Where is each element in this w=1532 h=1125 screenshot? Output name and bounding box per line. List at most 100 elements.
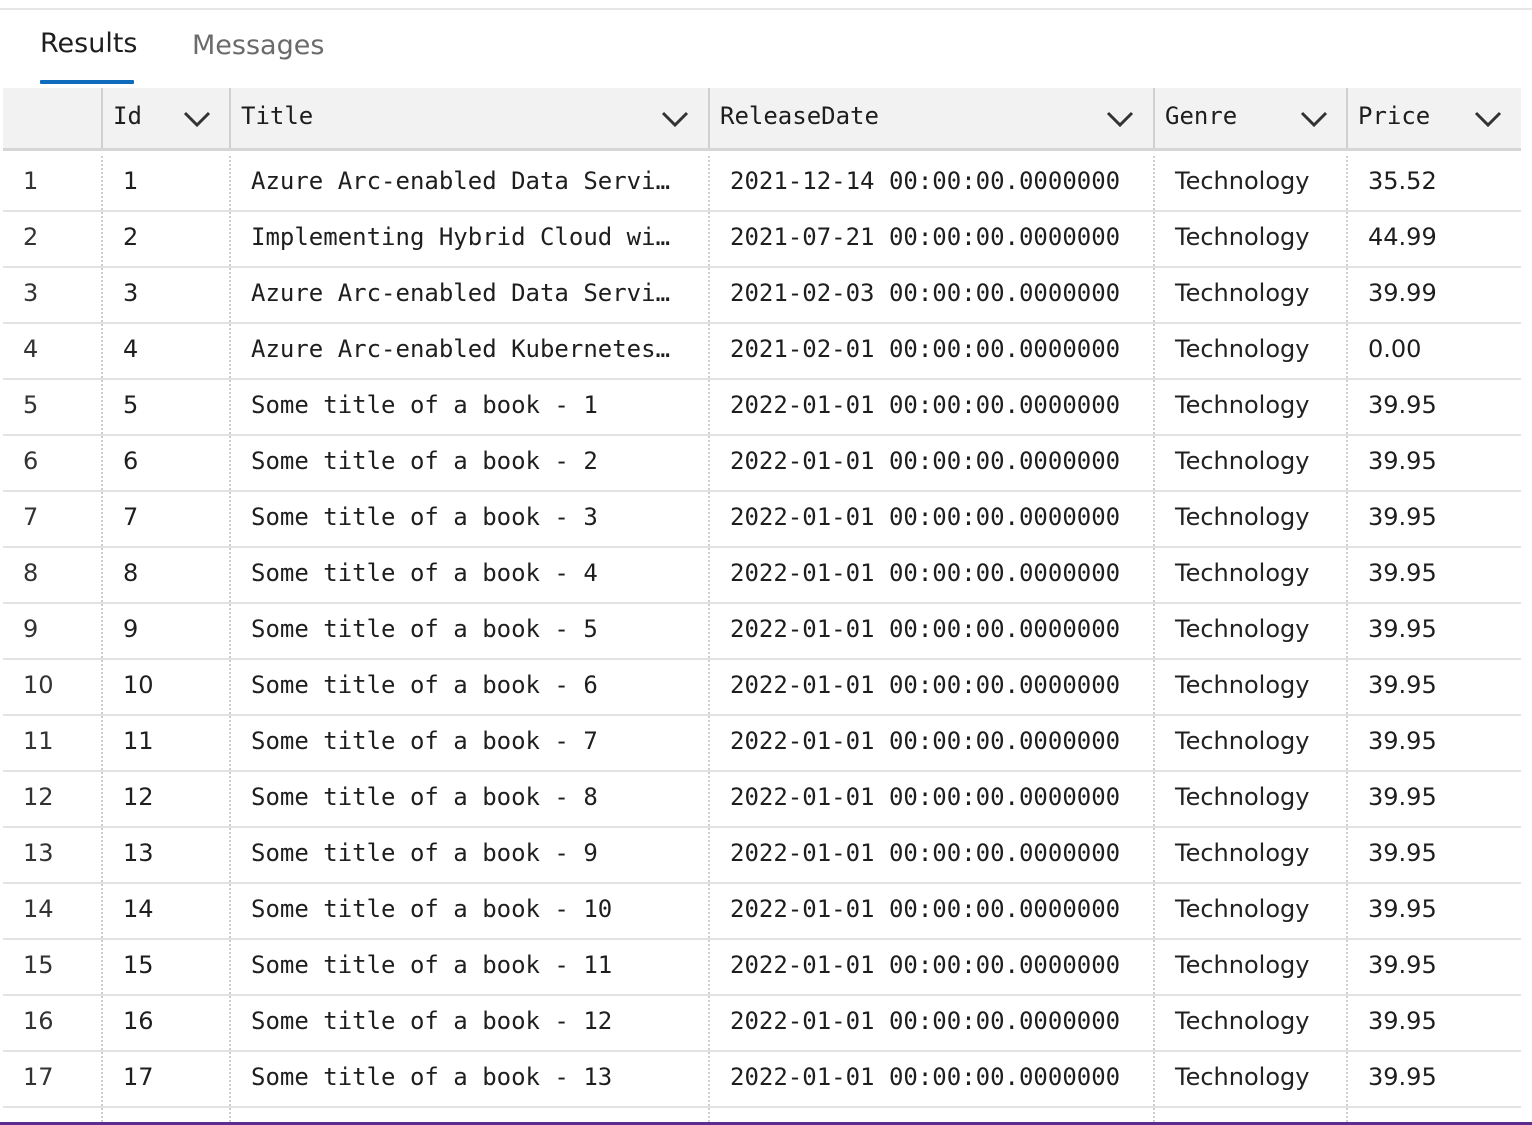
genre-cell[interactable]: Technology bbox=[1153, 716, 1346, 770]
row-number-cell[interactable]: 8 bbox=[3, 548, 101, 602]
genre-cell[interactable]: Technology bbox=[1153, 380, 1346, 434]
row-number-cell[interactable]: 7 bbox=[3, 492, 101, 546]
chevron-down-icon[interactable] bbox=[1300, 110, 1328, 128]
header-genre[interactable]: Genre bbox=[1153, 88, 1346, 148]
genre-cell[interactable]: Technology bbox=[1153, 884, 1346, 938]
id-cell[interactable]: 17 bbox=[101, 1052, 229, 1106]
chevron-down-icon[interactable] bbox=[1106, 110, 1134, 128]
row-number-cell[interactable]: 2 bbox=[3, 212, 101, 266]
title-cell[interactable]: Some title of a book - 8 bbox=[229, 772, 708, 826]
releasedate-cell[interactable]: 2022-01-01 00:00:00.0000000 bbox=[708, 996, 1153, 1050]
releasedate-cell[interactable]: 2021-02-03 00:00:00.0000000 bbox=[708, 268, 1153, 322]
row-number-cell[interactable]: 16 bbox=[3, 996, 101, 1050]
id-cell[interactable]: 16 bbox=[101, 996, 229, 1050]
genre-cell[interactable]: Technology bbox=[1153, 156, 1346, 210]
genre-cell[interactable]: Technology bbox=[1153, 492, 1346, 546]
id-cell[interactable]: 10 bbox=[101, 660, 229, 714]
price-cell[interactable]: 39.95 bbox=[1346, 940, 1521, 994]
price-cell[interactable]: 39.95 bbox=[1346, 772, 1521, 826]
genre-cell[interactable]: Technology bbox=[1153, 1052, 1346, 1106]
releasedate-cell[interactable]: 2022-01-01 00:00:00.0000000 bbox=[708, 772, 1153, 826]
title-cell[interactable]: Some title of a book - 1 bbox=[229, 380, 708, 434]
genre-cell[interactable]: Technology bbox=[1153, 436, 1346, 490]
title-cell[interactable]: Some title of a book - 11 bbox=[229, 940, 708, 994]
releasedate-cell[interactable]: 2021-02-01 00:00:00.0000000 bbox=[708, 324, 1153, 378]
id-cell[interactable]: 7 bbox=[101, 492, 229, 546]
id-cell[interactable]: 9 bbox=[101, 604, 229, 658]
table-row[interactable]: 16 16 Some title of a book - 12 2022-01-01 … bbox=[3, 996, 1521, 1052]
row-number-cell[interactable]: 5 bbox=[3, 380, 101, 434]
title-cell[interactable]: Azure Arc-enabled Kubernetes… bbox=[229, 324, 708, 378]
row-number-cell[interactable]: 14 bbox=[3, 884, 101, 938]
row-number-cell[interactable]: 11 bbox=[3, 716, 101, 770]
releasedate-cell[interactable]: 2022-01-01 00:00:00.0000000 bbox=[708, 380, 1153, 434]
genre-cell[interactable]: Technology bbox=[1153, 660, 1346, 714]
genre-cell[interactable]: Technology bbox=[1153, 828, 1346, 882]
header-rownum[interactable] bbox=[3, 88, 101, 148]
row-number-cell[interactable]: 15 bbox=[3, 940, 101, 994]
header-price[interactable]: Price bbox=[1346, 88, 1521, 148]
title-cell[interactable]: Azure Arc-enabled Data Servi… bbox=[229, 156, 708, 210]
price-cell[interactable]: 39.95 bbox=[1346, 660, 1521, 714]
id-cell[interactable]: 8 bbox=[101, 548, 229, 602]
genre-cell[interactable]: Technology bbox=[1153, 604, 1346, 658]
title-cell[interactable]: Some title of a book - 2 bbox=[229, 436, 708, 490]
genre-cell[interactable]: Technology bbox=[1153, 268, 1346, 322]
releasedate-cell[interactable]: 2022-01-01 00:00:00.0000000 bbox=[708, 828, 1153, 882]
price-cell[interactable]: 39.95 bbox=[1346, 828, 1521, 882]
table-row[interactable]: 11 11 Some title of a book - 7 2022-01-01 0… bbox=[3, 716, 1521, 772]
id-cell[interactable]: 3 bbox=[101, 268, 229, 322]
id-cell[interactable]: 13 bbox=[101, 828, 229, 882]
chevron-down-icon[interactable] bbox=[661, 110, 689, 128]
header-title[interactable]: Title bbox=[229, 88, 708, 148]
row-number-cell[interactable]: 4 bbox=[3, 324, 101, 378]
table-row[interactable]: 14 14 Some title of a book - 10 2022-01-01 … bbox=[3, 884, 1521, 940]
releasedate-cell[interactable]: 2022-01-01 00:00:00.0000000 bbox=[708, 604, 1153, 658]
title-cell[interactable]: Some title of a book - 13 bbox=[229, 1052, 708, 1106]
table-row[interactable]: 7 7 Some title of a book - 3 2022-01-01 00:… bbox=[3, 492, 1521, 548]
tab-results[interactable]: Results bbox=[40, 28, 138, 59]
price-cell[interactable]: 39.95 bbox=[1346, 380, 1521, 434]
genre-cell[interactable]: Technology bbox=[1153, 940, 1346, 994]
id-cell[interactable]: 1 bbox=[101, 156, 229, 210]
row-number-cell[interactable]: 6 bbox=[3, 436, 101, 490]
tab-messages[interactable]: Messages bbox=[192, 30, 324, 61]
releasedate-cell[interactable]: 2022-01-01 00:00:00.0000000 bbox=[708, 940, 1153, 994]
table-row[interactable]: 13 13 Some title of a book - 9 2022-01-01 0… bbox=[3, 828, 1521, 884]
genre-cell[interactable]: Technology bbox=[1153, 548, 1346, 602]
table-row[interactable]: 2 2 Implementing Hybrid Cloud wi… 2021-07-2… bbox=[3, 212, 1521, 268]
price-cell[interactable]: 39.99 bbox=[1346, 268, 1521, 322]
id-cell[interactable]: 2 bbox=[101, 212, 229, 266]
table-row[interactable]: 17 17 Some title of a book - 13 2022-01-01 … bbox=[3, 1052, 1521, 1108]
row-number-cell[interactable]: 13 bbox=[3, 828, 101, 882]
releasedate-cell[interactable]: 2022-01-01 00:00:00.0000000 bbox=[708, 884, 1153, 938]
row-number-cell[interactable]: 17 bbox=[3, 1052, 101, 1106]
table-row[interactable]: 5 5 Some title of a book - 1 2022-01-01 00:… bbox=[3, 380, 1521, 436]
header-id[interactable]: Id bbox=[101, 88, 229, 148]
releasedate-cell[interactable]: 2021-12-14 00:00:00.0000000 bbox=[708, 156, 1153, 210]
title-cell[interactable]: Azure Arc-enabled Data Servi… bbox=[229, 268, 708, 322]
price-cell[interactable]: 39.95 bbox=[1346, 604, 1521, 658]
price-cell[interactable]: 39.95 bbox=[1346, 548, 1521, 602]
table-row[interactable]: 15 15 Some title of a book - 11 2022-01-01 … bbox=[3, 940, 1521, 996]
price-cell[interactable]: 39.95 bbox=[1346, 492, 1521, 546]
releasedate-cell[interactable]: 2022-01-01 00:00:00.0000000 bbox=[708, 492, 1153, 546]
chevron-down-icon[interactable] bbox=[1474, 110, 1502, 128]
releasedate-cell[interactable]: 2022-01-01 00:00:00.0000000 bbox=[708, 1052, 1153, 1106]
genre-cell[interactable]: Technology bbox=[1153, 324, 1346, 378]
releasedate-cell[interactable]: 2022-01-01 00:00:00.0000000 bbox=[708, 716, 1153, 770]
price-cell[interactable]: 39.95 bbox=[1346, 884, 1521, 938]
genre-cell[interactable]: Technology bbox=[1153, 772, 1346, 826]
id-cell[interactable]: 14 bbox=[101, 884, 229, 938]
header-releasedate[interactable]: ReleaseDate bbox=[708, 88, 1153, 148]
id-cell[interactable]: 6 bbox=[101, 436, 229, 490]
id-cell[interactable]: 12 bbox=[101, 772, 229, 826]
title-cell[interactable]: Some title of a book - 5 bbox=[229, 604, 708, 658]
table-row[interactable]: 10 10 Some title of a book - 6 2022-01-01 0… bbox=[3, 660, 1521, 716]
row-number-cell[interactable]: 10 bbox=[3, 660, 101, 714]
title-cell[interactable]: Some title of a book - 12 bbox=[229, 996, 708, 1050]
title-cell[interactable]: Some title of a book - 4 bbox=[229, 548, 708, 602]
id-cell[interactable]: 4 bbox=[101, 324, 229, 378]
price-cell[interactable]: 39.95 bbox=[1346, 1052, 1521, 1106]
genre-cell[interactable]: Technology bbox=[1153, 996, 1346, 1050]
